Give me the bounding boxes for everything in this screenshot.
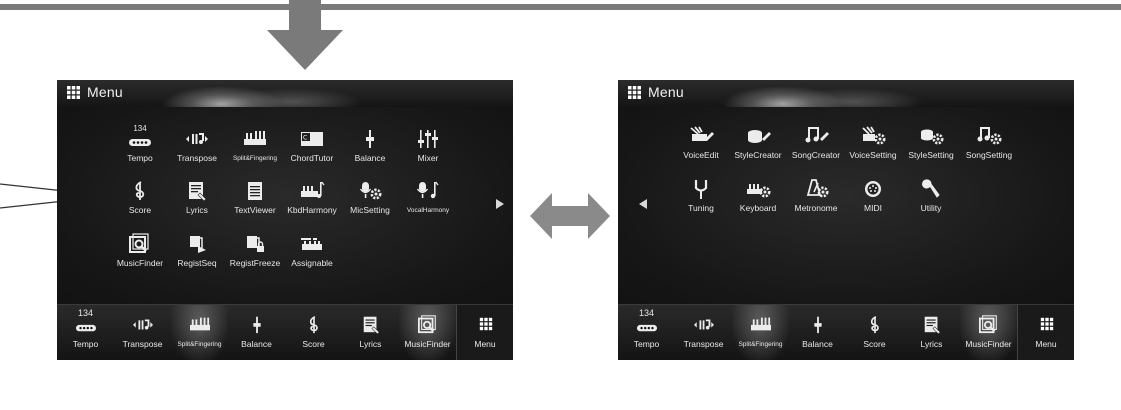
- menu-item-label: VocalHarmony: [406, 207, 450, 214]
- shortcut-tempo[interactable]: 134 Tempo: [57, 305, 114, 360]
- lyrics-icon: [189, 182, 207, 201]
- menu-item-label: SongSetting: [965, 150, 1013, 160]
- music-finder-icon: [418, 315, 436, 334]
- shortcut-split-fingering[interactable]: Split&Fingering: [171, 305, 228, 360]
- voice-setting-icon: [862, 126, 886, 145]
- bottom-shortcut-bar: 134 Tempo Transpose Split&Fingering Balance S…: [57, 304, 513, 360]
- lyrics-icon: [924, 316, 941, 334]
- shortcut-split-fingering[interactable]: Split&Fingering: [732, 305, 789, 360]
- regist-seq-icon: [190, 236, 206, 253]
- screen-title: Menu: [87, 84, 123, 100]
- kbd-harmony-icon: [301, 181, 325, 198]
- tempo-value: 134: [133, 124, 147, 133]
- shortcut-transpose[interactable]: Transpose: [114, 305, 171, 360]
- shortcut-menu[interactable]: Menu: [456, 305, 513, 360]
- score-icon: [309, 315, 318, 334]
- assignable-icon: [301, 238, 322, 250]
- shortcut-menu[interactable]: Menu: [1017, 305, 1074, 360]
- balance-icon: [253, 316, 261, 334]
- transpose-icon: [186, 133, 208, 144]
- shortcut-score[interactable]: Score: [285, 305, 342, 360]
- lyrics-icon: [363, 316, 380, 334]
- regist-freeze-icon: [247, 236, 264, 252]
- screen-header: Menu: [57, 80, 513, 107]
- split-fingering-icon: [751, 317, 771, 331]
- menu-grid-icon: [479, 317, 493, 331]
- svg-text:C: C: [303, 135, 307, 142]
- menu-item-songsetting[interactable]: SongSetting: [959, 124, 1019, 166]
- text-viewer-icon: [248, 182, 262, 200]
- menu-screen-page-2: Menu VoiceEdit StyleCreator SongCreator Voi…: [618, 80, 1074, 360]
- mixer-icon: [418, 130, 438, 148]
- menu-grid-icon: [628, 86, 641, 99]
- utility-icon: [922, 179, 940, 198]
- tuning-icon: [694, 180, 708, 199]
- shortcut-transpose[interactable]: Transpose: [675, 305, 732, 360]
- split-fingering-icon: [244, 131, 266, 145]
- menu-grid-icon: [67, 86, 80, 99]
- music-finder-icon: [129, 233, 149, 253]
- song-setting-icon: [977, 127, 1002, 145]
- shortcut-balance[interactable]: Balance: [789, 305, 846, 360]
- menu-item-utility[interactable]: Utility: [901, 177, 961, 219]
- menu-item-micsetting[interactable]: MicSetting: [340, 179, 400, 221]
- tempo-icon: [76, 324, 96, 332]
- page-prev-arrow-icon[interactable]: [638, 198, 648, 210]
- music-finder-icon: [978, 315, 997, 334]
- screen-header: Menu: [618, 80, 1074, 107]
- score-icon: [135, 181, 145, 200]
- menu-icon-grid: VoiceEdit StyleCreator SongCreator VoiceSet…: [618, 107, 1074, 305]
- transpose-icon: [694, 319, 714, 330]
- style-creator-icon: [748, 130, 771, 143]
- down-arrow-icon: [267, 0, 343, 70]
- shortcut-label: Menu: [1035, 339, 1057, 349]
- transpose-icon: [133, 319, 153, 330]
- vocal-harmony-icon: [416, 181, 439, 199]
- shortcut-score[interactable]: Score: [846, 305, 903, 360]
- bottom-shortcut-bar: 134 Tempo Transpose Split&Fingering Balance S…: [618, 304, 1074, 360]
- swap-arrow-icon: [530, 193, 610, 239]
- balance-icon: [814, 316, 822, 334]
- menu-item-transpose[interactable]: Transpose: [167, 127, 227, 169]
- chord-tutor-icon: C: [301, 132, 323, 146]
- split-fingering-icon: [190, 317, 210, 331]
- shortcut-balance[interactable]: Balance: [228, 305, 285, 360]
- menu-grid-icon: [1040, 317, 1054, 331]
- menu-item-vocalharmony[interactable]: VocalHarmony: [398, 179, 458, 221]
- menu-item-label: Mixer: [417, 153, 439, 163]
- menu-item-label: Assignable: [291, 258, 333, 268]
- mic-setting-icon: [359, 182, 382, 200]
- menu-item-assignable[interactable]: Assignable: [282, 232, 342, 274]
- page-next-arrow-icon[interactable]: [495, 198, 505, 210]
- voice-edit-icon: [690, 126, 714, 141]
- shortcut-lyrics[interactable]: Lyrics: [342, 305, 399, 360]
- score-icon: [870, 315, 879, 334]
- keyboard-icon: [747, 184, 771, 198]
- midi-icon: [865, 181, 881, 197]
- shortcut-label: Menu: [474, 339, 496, 349]
- menu-screen-page-1: Menu 134 Tempo Transpose Split&Fingering C Ch…: [57, 80, 513, 360]
- top-connector-line: [0, 4, 1121, 10]
- screen-title: Menu: [648, 84, 684, 100]
- menu-icon-grid: 134 Tempo Transpose Split&Fingering C ChordTu…: [57, 107, 513, 305]
- shortcut-musicfinder[interactable]: MusicFinder: [960, 305, 1017, 360]
- shortcut-musicfinder[interactable]: MusicFinder: [399, 305, 456, 360]
- metronome-icon: [806, 179, 829, 198]
- shortcut-lyrics[interactable]: Lyrics: [903, 305, 960, 360]
- balance-icon: [366, 130, 374, 148]
- tempo-icon: [637, 324, 657, 332]
- menu-item-mixer[interactable]: Mixer: [398, 127, 458, 169]
- song-creator-icon: [805, 127, 829, 143]
- style-setting-icon: [921, 129, 944, 145]
- shortcut-tempo[interactable]: 134 Tempo: [618, 305, 675, 360]
- menu-item-label: Utility: [920, 203, 942, 213]
